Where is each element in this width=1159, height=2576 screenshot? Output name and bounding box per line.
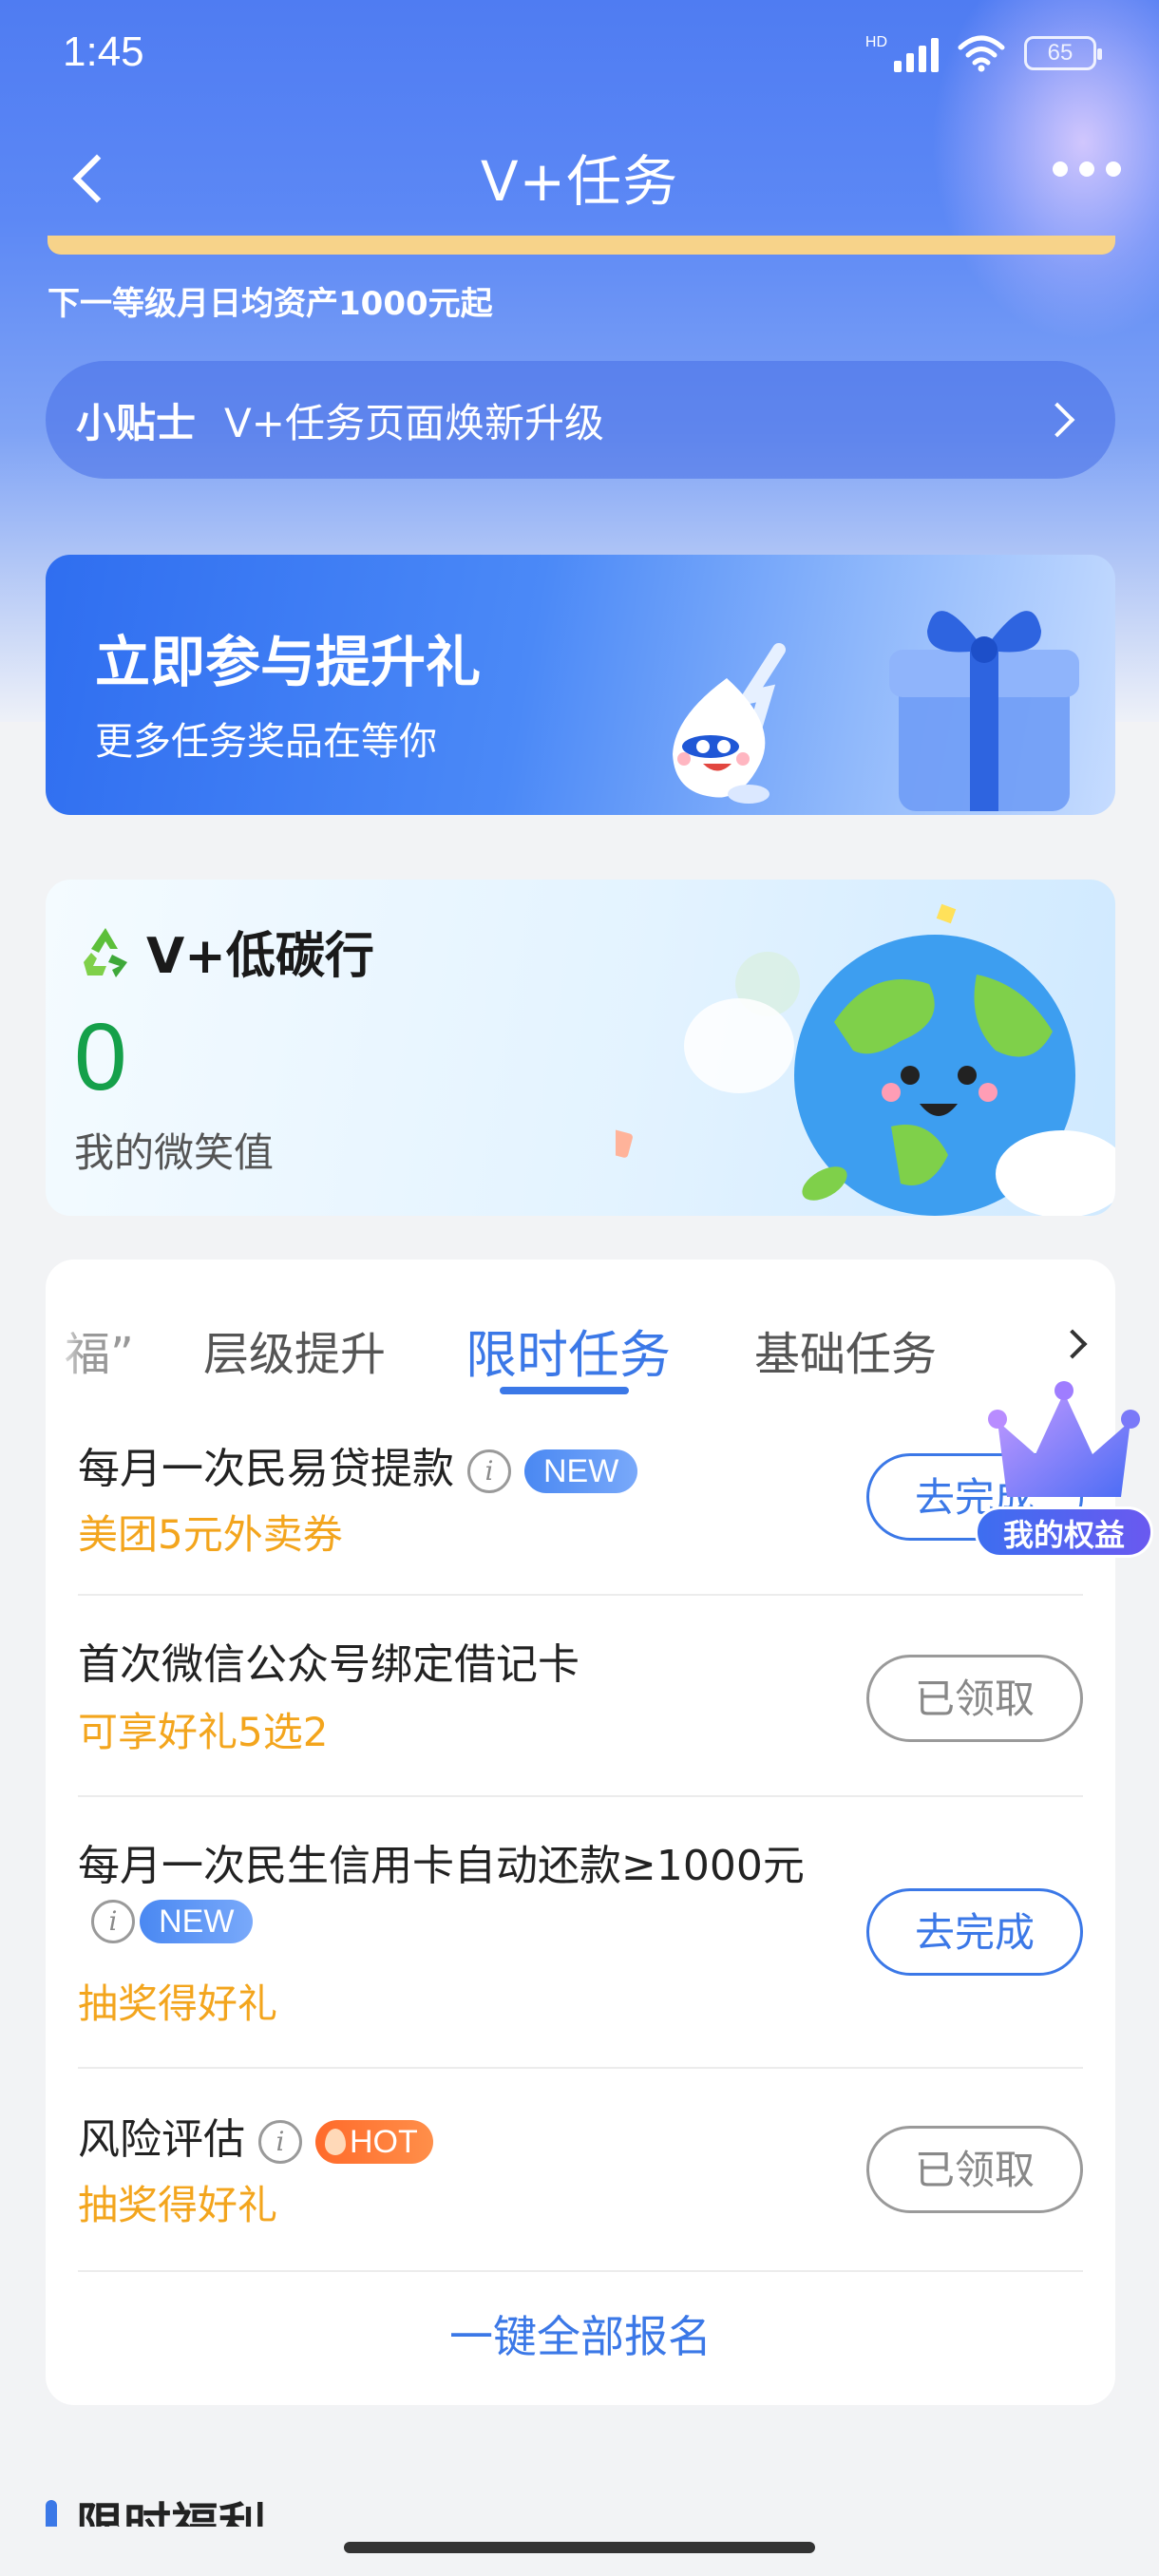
smile-value-label: 我的微笑值 [74,1129,275,1176]
promo-subtitle: 更多任务奖品在等你 [95,720,437,764]
tab-fade-left [46,1297,84,1383]
hot-badge: HOT [315,2120,433,2164]
task-row: 每月一次民易贷提款 i NEW 美团5元外卖券 去完成 [78,1402,1083,1596]
task-name: 首次微信公众号绑定借记卡 [78,1640,580,1689]
task-reward: 抽奖得好礼 [78,2182,278,2228]
gift-box-illustration [889,611,1079,811]
my-rights-label: 我的权益 [975,1506,1153,1558]
task-reward: 可享好礼5选2 [78,1709,329,1755]
tab-basic-tasks[interactable]: 基础任务 [754,1316,937,1383]
chevron-right-icon [1039,402,1075,438]
task-reward: 抽奖得好礼 [78,1980,278,2027]
task-reward: 美团5元外卖券 [78,1511,343,1558]
hot-badge-label: HOT [350,2124,418,2160]
home-indicator[interactable] [344,2542,815,2553]
carbon-header: V+低碳行 [74,916,374,987]
mascot-illustration [673,643,786,804]
my-rights-widget[interactable]: 我的权益 [969,1373,1159,1563]
complete-task-button[interactable]: 去完成 [866,1888,1083,1976]
task-row: 首次微信公众号绑定借记卡 可享好礼5选2 已领取 [78,1596,1083,1797]
task-name: 风险评估 [78,2115,245,2164]
info-icon[interactable]: i [467,1449,511,1493]
tip-banner[interactable]: 小贴士 V+任务页面焕新升级 [46,361,1115,479]
earth-illustration [616,903,1115,1216]
page-title: V+任务 [480,149,679,214]
carbon-title: V+低碳行 [146,928,374,985]
claimed-button[interactable]: 已领取 [866,2126,1083,2213]
info-icon[interactable]: i [258,2120,302,2164]
battery-level: 65 [1047,40,1074,66]
task-name: 每月一次民生信用卡自动还款≥1000元 [78,1842,805,1890]
tab-active-indicator [500,1387,629,1394]
wifi-icon [958,35,1005,72]
smile-value: 0 [74,1004,127,1110]
signal-icon: HD [865,34,939,72]
claimed-button[interactable]: 已领取 [866,1655,1083,1742]
task-row: 每月一次民生信用卡自动还款≥1000元 i NEW 抽奖得好礼 去完成 [78,1797,1083,2069]
task-tabs: 福” 层级提升 限时任务 基础任务 [46,1260,1115,1402]
task-card: 福” 层级提升 限时任务 基础任务 每月一次民易贷提款 i NEW 美团5元外卖… [46,1260,1115,2405]
status-bar: 1:45 HD 65 [0,0,1159,114]
info-icon[interactable]: i [91,1900,135,1943]
low-carbon-card[interactable]: V+低碳行 0 我的微笑值 [46,880,1115,1216]
battery-icon: 65 [1024,36,1102,70]
crown-icon [988,1381,1140,1497]
task-name: 每月一次民易贷提款 [78,1445,454,1493]
task-name-wrap: 每月一次民易贷提款 i NEW [78,1434,638,1495]
network-label: HD [864,34,887,50]
status-icons: HD 65 [865,34,1102,72]
recycle-icon [84,927,127,977]
tab-limited-tasks[interactable]: 限时任务 [466,1313,671,1388]
flame-icon [325,2129,346,2155]
level-progress-edge [48,236,1115,255]
tab-level-up[interactable]: 层级提升 [203,1316,386,1383]
task-tags: i NEW [91,1900,254,1943]
nav-bar: V+任务 [0,123,1159,228]
more-menu-button[interactable] [1053,161,1121,177]
new-badge: NEW [524,1449,638,1493]
task-row: 风险评估 i HOT 抽奖得好礼 已领取 [78,2069,1083,2272]
promo-title: 立即参与提升礼 [95,630,482,694]
tip-text: V+任务页面焕新升级 [224,399,604,446]
status-time: 1:45 [63,28,144,75]
promo-banner[interactable]: 立即参与提升礼 更多任务奖品在等你 [46,555,1115,815]
level-hint: 下一等级月日均资产1000元起 [48,285,493,323]
enroll-all-button[interactable]: 一键全部报名 [46,2302,1115,2365]
new-badge: NEW [140,1900,254,1943]
task-name-wrap: 风险评估 i HOT [78,2105,433,2166]
tip-label: 小贴士 [76,399,197,446]
